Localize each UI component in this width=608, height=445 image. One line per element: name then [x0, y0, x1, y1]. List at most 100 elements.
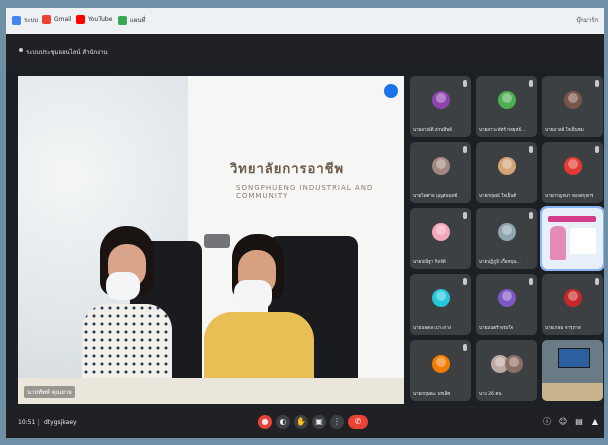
divider	[38, 419, 39, 426]
participant-name: นายเกษม จารุภาส	[545, 326, 581, 331]
mic-icon[interactable]: ●	[258, 415, 272, 429]
people-icon[interactable]: ☺	[558, 417, 568, 427]
wall-sign-subtitle: SONGPHUENG INDUSTRIAL AND COMMUNITY	[236, 184, 374, 200]
avatar	[563, 91, 582, 110]
meeting-code: dtygsjkaey	[44, 419, 77, 426]
participant-tile[interactable]: นายปฏิภูมิ เกื้อหนุน...	[476, 208, 537, 269]
bookmark-icon	[12, 15, 21, 25]
camera-icon[interactable]: ◐	[276, 415, 290, 429]
mic-off-icon	[463, 146, 467, 153]
person-1-mask	[106, 272, 140, 300]
presentation-tile[interactable]	[540, 206, 604, 271]
present-icon[interactable]: ▣	[312, 415, 326, 429]
avatar	[431, 355, 450, 374]
participant-tile[interactable]: นาง 26 คน	[476, 340, 537, 401]
mic-off-icon	[529, 80, 533, 87]
participant-tile[interactable]: นายกาญจนา ทองสกุลกร	[542, 142, 603, 203]
person-2-mask	[234, 280, 272, 310]
avatar	[431, 289, 450, 308]
room-desk	[542, 383, 603, 401]
avatar	[431, 223, 450, 242]
mic-off-icon	[529, 278, 533, 285]
participant-name: นายปณิฐา กิจจ์ดี	[413, 260, 446, 265]
avatar	[563, 157, 582, 176]
participant-name: นายมาลย์ ใจเย็นชม	[545, 128, 584, 133]
meeting-title: ระบบประชุมออนไลน์ สำนักงาน	[26, 49, 108, 56]
info-icon[interactable]: ⓘ	[542, 417, 552, 427]
hand-icon[interactable]: ✋	[294, 415, 308, 429]
speaking-indicator-icon	[384, 84, 398, 98]
participant-name: นายกฤษณ์ ใจเย็นดี	[479, 194, 517, 199]
gmail-icon	[42, 15, 51, 24]
participant-tile[interactable]: นายสาวะพัทร์ กลยุทธ์...	[476, 76, 537, 137]
bookmark-label: ระบบ	[24, 17, 39, 24]
bookmark-item[interactable]: YouTube	[76, 15, 112, 24]
mic-off-icon	[595, 278, 599, 285]
participant-name: นายสาวะพัทร์ กลยุทธ์...	[479, 128, 526, 133]
mic-off-icon	[463, 80, 467, 87]
chat-icon[interactable]: ▤	[574, 417, 584, 427]
maps-icon	[118, 15, 127, 25]
avatar	[497, 91, 516, 110]
avatar	[563, 289, 582, 308]
end-call-icon[interactable]: ✆	[348, 415, 368, 429]
main-video-tile[interactable]: วิทยาลัยการอาชีพ SONGPHUENG INDUSTRIAL A…	[18, 76, 404, 404]
participant-name: นายไพศาล บุญสนนทย์	[413, 194, 458, 199]
mic-off-icon	[529, 146, 533, 153]
bookmark-item[interactable]: แผนที่	[118, 15, 145, 25]
mic-off-icon	[595, 80, 599, 87]
main-speaker-name: นายทัพพ์ คุณยาย	[24, 386, 75, 398]
participant-tile[interactable]: นายมนตรี พรมใจ	[476, 274, 537, 335]
participant-name: นายกฤษณะ พรเลิศ	[413, 392, 451, 397]
mic-off-icon	[463, 212, 467, 219]
participant-tile[interactable]: นายอาณัติ สวนทิพย์	[410, 76, 471, 137]
avatar	[497, 223, 516, 242]
status-dot-icon	[19, 48, 23, 52]
photo-frame: ระบบ Gmail YouTube แผนที่ บุ๊กมาร์ก ระบบ…	[0, 0, 608, 445]
avatar	[497, 157, 516, 176]
meeting-time: 10:51	[18, 419, 36, 426]
participant-tile[interactable]: นายนพดล เปาะกาง	[410, 274, 471, 335]
avatar	[497, 289, 516, 308]
slide-header	[548, 216, 596, 222]
slide-text-box	[570, 228, 596, 254]
meet-header: ระบบประชุมออนไลน์ สำนักงาน	[6, 34, 604, 66]
all-bookmarks-link[interactable]: บุ๊กมาร์ก	[576, 15, 598, 25]
table	[18, 378, 404, 404]
participant-tile[interactable]: นายปณิฐา กิจจ์ดี	[410, 208, 471, 269]
room-camera-tile[interactable]	[542, 340, 603, 401]
participant-name: นายนพดล เปาะกาง	[413, 326, 452, 331]
bookmark-label: แผนที่	[130, 17, 146, 24]
bookmark-item[interactable]: Gmail	[42, 15, 72, 24]
participant-tile[interactable]: นายไพศาล บุญสนนทย์	[410, 142, 471, 203]
bookmarks-bar: ระบบ Gmail YouTube แผนที่ บุ๊กมาร์ก	[6, 8, 604, 35]
slide-figure	[550, 226, 566, 260]
meet-window: ระบบ Gmail YouTube แผนที่ บุ๊กมาร์ก ระบบ…	[6, 8, 604, 438]
participant-grid: นายอาณัติ สวนทิพย์ นายสาวะพัทร์ กลยุทธ์.…	[410, 76, 604, 406]
participant-name: นายมนตรี พรมใจ	[479, 326, 514, 331]
avatar	[504, 355, 523, 374]
participant-tile[interactable]: นายกฤษณ์ ใจเย็นดี	[476, 142, 537, 203]
avatar	[431, 157, 450, 176]
participant-tile[interactable]: นายเกษม จารุภาส	[542, 274, 603, 335]
pin-chip[interactable]	[204, 234, 230, 248]
meeting-toolbar: 10:51 dtygsjkaey ● ◐ ✋ ▣ ⋮ ✆ ⓘ ☺ ▤ ▲	[6, 406, 604, 438]
bookmark-item[interactable]: ระบบ	[12, 15, 38, 25]
bookmark-label: YouTube	[88, 16, 113, 23]
mic-off-icon	[463, 344, 467, 351]
participant-tile[interactable]: นายมาลย์ ใจเย็นชม	[542, 76, 603, 137]
activities-icon[interactable]: ▲	[590, 417, 600, 427]
wall-sign-title: วิทยาลัยการอาชีพ	[230, 162, 345, 177]
participant-name: นายกาญจนา ทองสกุลกร	[545, 194, 594, 199]
participant-name: นาง 26 คน	[479, 392, 502, 397]
room-screen	[558, 348, 590, 368]
participant-tile[interactable]: นายกฤษณะ พรเลิศ	[410, 340, 471, 401]
bookmark-label: Gmail	[54, 16, 72, 23]
participant-name: นายอาณัติ สวนทิพย์	[413, 128, 452, 133]
youtube-icon	[76, 15, 85, 24]
mic-off-icon	[463, 278, 467, 285]
mic-off-icon	[595, 146, 599, 153]
mic-off-icon	[529, 212, 533, 219]
participant-name: นายปฏิภูมิ เกื้อหนุน...	[479, 260, 521, 265]
more-icon[interactable]: ⋮	[330, 415, 344, 429]
